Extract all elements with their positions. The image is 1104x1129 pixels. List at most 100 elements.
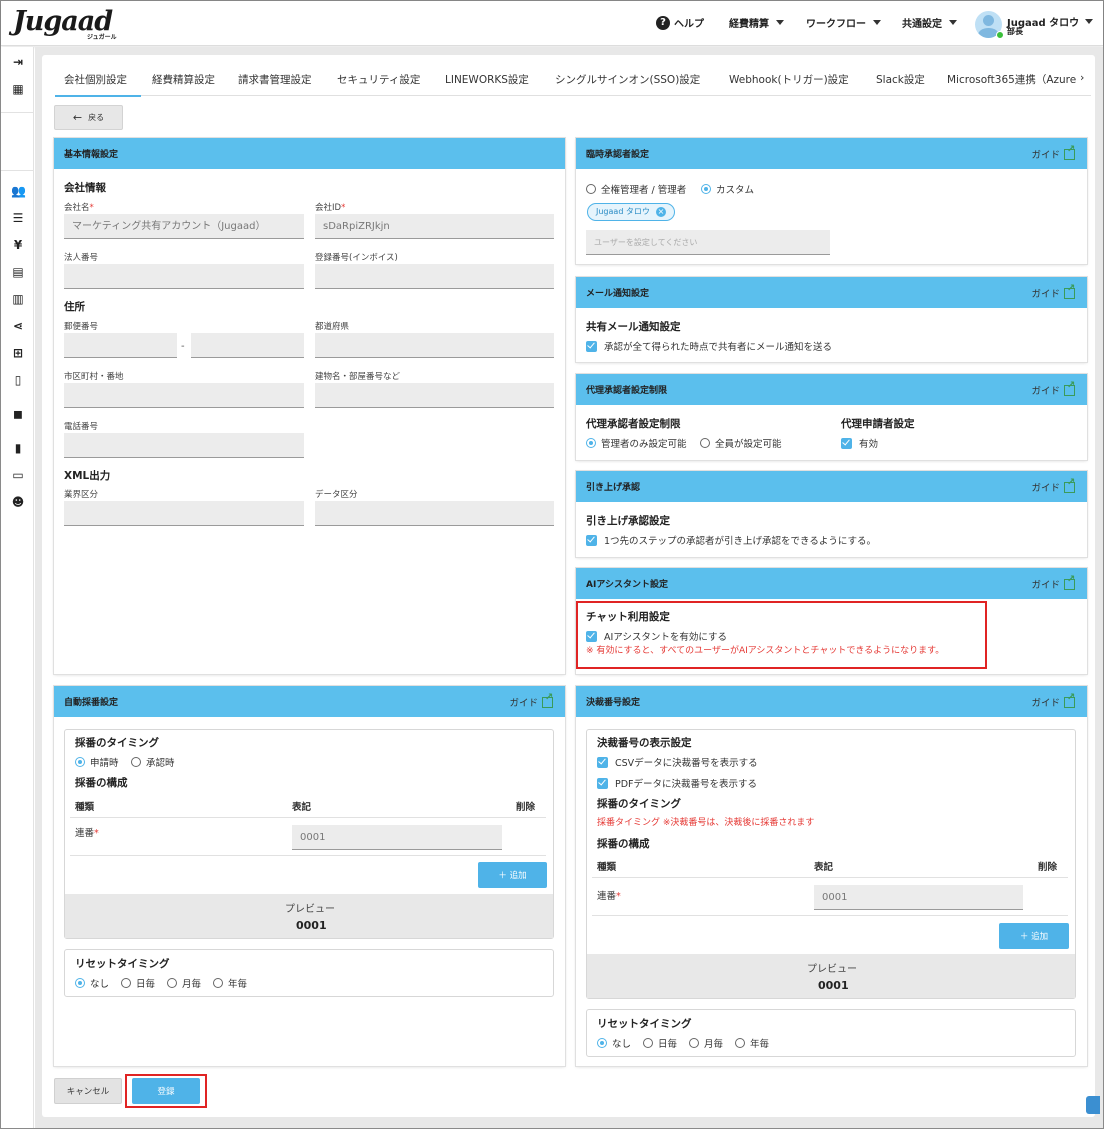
auto-reset-monthly[interactable]: 月毎	[167, 976, 201, 990]
tab-scroll-right-icon[interactable]: ›	[1080, 71, 1084, 84]
manual-icon[interactable]: ▭	[11, 468, 25, 482]
xml-output-heading: XML出力	[64, 470, 111, 482]
list-icon[interactable]: ☰	[11, 211, 25, 225]
postal-code-label: 郵便番号	[64, 322, 99, 332]
face-icon[interactable]: ☻	[11, 495, 25, 509]
tab-invoice[interactable]: 請求書管理設定	[238, 72, 312, 87]
corp-number-input[interactable]	[64, 264, 304, 289]
file-dollar-icon[interactable]: ▮	[11, 441, 25, 455]
pullup-subtitle: 引き上げ承認設定	[586, 515, 670, 527]
auto-opt-apply[interactable]: 申請時	[75, 755, 119, 769]
decision-add-button[interactable]: ＋ 追加	[999, 923, 1069, 949]
auto-opt-approve[interactable]: 承認時	[131, 755, 175, 769]
ai-chat-icon[interactable]: ◼	[11, 407, 25, 421]
company-id-input[interactable]: sDaRpiZRJkjn	[315, 214, 554, 239]
users-icon[interactable]: 👥	[11, 184, 26, 198]
share-icon[interactable]: ⋖	[11, 319, 25, 333]
pullup-title: 引き上げ承認	[586, 483, 641, 493]
phone-label: 電話番号	[64, 422, 99, 432]
decision-structure-title: 採番の構成	[597, 838, 650, 850]
user-menu-chevron-icon[interactable]	[1085, 19, 1093, 24]
approver-chip[interactable]: Jugaad タロウ ×	[587, 203, 675, 221]
tab-webhook[interactable]: Webhook(トリガー)設定	[729, 72, 849, 87]
chevron-down-icon	[776, 20, 784, 25]
auto-structure-title: 採番の構成	[75, 777, 128, 789]
pullup-guide-link[interactable]: ガイド	[1031, 477, 1075, 495]
proxy-applicant-checkbox[interactable]: 有効	[841, 436, 878, 450]
decision-reset-daily[interactable]: 日毎	[643, 1036, 677, 1050]
ai-guide-link[interactable]: ガイド	[1031, 574, 1075, 592]
data-category-label: データ区分	[315, 490, 358, 500]
building-icon[interactable]: ▦	[11, 82, 25, 96]
decision-reset-none[interactable]: なし	[597, 1036, 631, 1050]
decision-reset-monthly[interactable]: 月毎	[689, 1036, 723, 1050]
menu-common-label: 共通設定	[902, 19, 942, 30]
menu-expense-label: 経費精算	[729, 19, 769, 30]
temp-approver-header: 臨時承認者設定 ガイド	[576, 138, 1087, 169]
menu-expense[interactable]: 経費精算	[729, 15, 784, 30]
menu-workflow[interactable]: ワークフロー	[806, 15, 881, 30]
tab-sso[interactable]: シングルサインオン(SSO)設定	[555, 72, 700, 87]
prefecture-input[interactable]	[315, 333, 554, 358]
auto-reset-none[interactable]: なし	[75, 976, 109, 990]
checkbox-checked-icon	[586, 535, 597, 546]
city-input[interactable]	[64, 383, 304, 408]
postal-code-first-input[interactable]	[64, 333, 177, 358]
help-link[interactable]: ? ヘルプ	[656, 15, 704, 30]
radio-icon	[131, 757, 141, 767]
approver-user-input[interactable]: ユーザーを設定してください	[586, 230, 830, 255]
external-link-icon	[1064, 380, 1075, 396]
mail-notify-checkbox[interactable]: 承認が全て得られた時点で共有者にメール通知を送る	[586, 339, 832, 353]
decision-pdf-checkbox[interactable]: PDFデータに決裁番号を表示する	[597, 776, 757, 790]
building-input[interactable]	[315, 383, 554, 408]
scroll-handle[interactable]	[1086, 1096, 1100, 1114]
grid-icon[interactable]: ⊞	[11, 346, 25, 360]
yen-icon[interactable]: ¥	[11, 238, 25, 252]
temp-approver-guide-link[interactable]: ガイド	[1031, 144, 1075, 162]
auto-add-button[interactable]: ＋ 追加	[478, 862, 547, 888]
receipt-icon[interactable]: ▥	[11, 292, 25, 306]
postal-code-second-input[interactable]	[191, 333, 304, 358]
auto-row-value-input[interactable]: 0001	[292, 825, 502, 850]
expand-menu-icon[interactable]: ⇥	[11, 55, 25, 69]
tab-microsoft365[interactable]: Microsoft365連携（Azure	[947, 72, 1076, 87]
user-role: 部長	[1007, 27, 1023, 36]
document-icon[interactable]: ▤	[11, 265, 25, 279]
auto-reset-yearly[interactable]: 年毎	[213, 976, 247, 990]
industry-label: 業界区分	[64, 490, 99, 500]
data-category-input[interactable]	[315, 501, 554, 526]
chip-remove-icon[interactable]: ×	[655, 207, 666, 217]
radio-selected-icon	[586, 438, 596, 448]
auto-reset-daily[interactable]: 日毎	[121, 976, 155, 990]
phone-input[interactable]	[64, 433, 304, 458]
basic-info-header: 基本情報設定	[54, 138, 565, 169]
reg-number-input[interactable]	[315, 264, 554, 289]
basic-info-title: 基本情報設定	[64, 150, 119, 160]
menu-common-settings[interactable]: 共通設定	[902, 15, 957, 30]
proxy-opt-admin-only[interactable]: 管理者のみ設定可能	[586, 436, 687, 450]
mail-guide-link[interactable]: ガイド	[1031, 283, 1075, 301]
tab-slack[interactable]: Slack設定	[876, 72, 925, 87]
decision-row-value-input[interactable]: 0001	[814, 885, 1023, 910]
decision-guide-link[interactable]: ガイド	[1031, 692, 1075, 710]
company-name-input[interactable]: マーケティング共有アカウント（Jugaad）	[64, 214, 304, 239]
cancel-button[interactable]: キャンセル	[54, 1078, 122, 1104]
auto-number-guide-link[interactable]: ガイド	[509, 692, 553, 710]
book-open-icon[interactable]: ▯	[11, 373, 25, 387]
proxy-guide-link[interactable]: ガイド	[1031, 380, 1075, 398]
back-button[interactable]: ← 戻る	[54, 105, 123, 130]
proxy-subtitle: 代理承認者設定制限	[586, 418, 681, 430]
tab-expense[interactable]: 経費精算設定	[152, 72, 215, 87]
proxy-opt-all[interactable]: 全員が設定可能	[700, 436, 782, 450]
pullup-checkbox[interactable]: 1つ先のステップの承認者が引き上げ承認をできるようにする。	[586, 533, 876, 547]
decision-csv-checkbox[interactable]: CSVデータに決裁番号を表示する	[597, 755, 758, 769]
tab-security[interactable]: セキュリティ設定	[337, 72, 420, 87]
checkbox-checked-icon	[597, 757, 608, 768]
industry-input[interactable]	[64, 501, 304, 526]
tab-company[interactable]: 会社個別設定	[64, 72, 127, 87]
temp-approver-opt-admin[interactable]: 全権管理者 / 管理者	[586, 182, 686, 196]
tab-lineworks[interactable]: LINEWORKS設定	[445, 72, 529, 87]
decision-reset-yearly[interactable]: 年毎	[735, 1036, 769, 1050]
temp-approver-opt-custom[interactable]: カスタム	[701, 182, 754, 196]
top-bar: Jugaad ジュガール ? ヘルプ 経費精算 ワークフロー 共通設定	[1, 1, 1103, 46]
